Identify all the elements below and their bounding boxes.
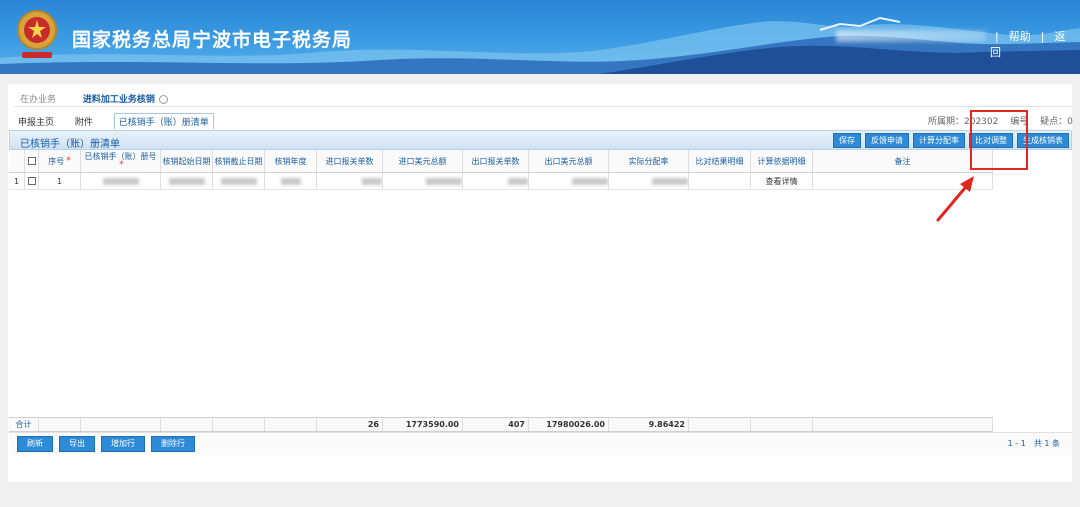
col-remark[interactable]: 备注 [813, 150, 993, 172]
view-detail-link[interactable]: 查看详情 [751, 173, 813, 189]
delete-row-button[interactable]: 删除行 [151, 436, 195, 452]
col-compare-detail[interactable]: 比对结果明细 [689, 150, 751, 172]
tab-processing-verification[interactable]: 进料加工业务核销 [83, 95, 155, 105]
row-checkbox[interactable] [25, 173, 39, 189]
bottom-toolbar: 刷新 导出 增加行 删除行 1 - 1 共 1 条 [9, 432, 1072, 455]
tab-verified-manual-list[interactable]: 已核销手（账）册清单 [113, 113, 214, 129]
close-tab-icon[interactable] [158, 95, 168, 104]
col-seq[interactable]: 序号 * [39, 150, 81, 172]
select-all-checkbox[interactable] [25, 150, 39, 172]
col-start-date[interactable]: 核销起始日期 [161, 150, 213, 172]
tab-attachment[interactable]: 附件 [75, 118, 93, 128]
totals-label: 合计 [9, 418, 39, 431]
user-info-blurred [836, 30, 986, 42]
cell-export-usd[interactable] [529, 173, 609, 189]
total-export-count: 407 [463, 418, 529, 431]
separator: | [995, 30, 999, 43]
cell-import-usd[interactable] [383, 173, 463, 189]
totals-empty [39, 418, 81, 431]
totals-empty [161, 418, 213, 431]
table-row[interactable]: 1 1 查看详情 [9, 173, 993, 190]
bottom-buttons: 刷新 导出 增加行 删除行 [17, 436, 195, 452]
totals-empty [813, 418, 993, 431]
feedback-request-button[interactable]: 反馈申请 [865, 133, 909, 148]
col-end-date[interactable]: 核销截止日期 [213, 150, 265, 172]
total-export-usd: 17980026.00 [529, 418, 609, 431]
save-button[interactable]: 保存 [833, 133, 861, 148]
row-number-header [9, 150, 25, 172]
table-totals: 合计 26 1773590.00 407 17980026.00 9.86422 [9, 417, 993, 432]
table-header: 序号 * 已核销手（账）册号 * 核销起始日期 核销截止日期 核销年度 进口报关单数… [9, 150, 993, 173]
totals-empty [81, 418, 161, 431]
totals-empty [751, 418, 813, 431]
sub-tabs: 申报主页 附件 已核销手（账）册清单 [18, 113, 232, 129]
business-tabs: 在办业务 进料加工业务核销 [20, 92, 168, 105]
export-button[interactable]: 导出 [59, 436, 95, 452]
col-manual-no[interactable]: 已核销手（账）册号 * [81, 150, 161, 172]
col-export-usd[interactable]: 出口美元总额 [529, 150, 609, 172]
total-import-usd: 1773590.00 [383, 418, 463, 431]
cell-export-count[interactable] [463, 173, 529, 189]
pagination-info: 1 - 1 共 1 条 [1007, 439, 1060, 448]
tax-emblem-icon [17, 10, 57, 58]
row-number: 1 [9, 173, 25, 189]
total-import-count: 26 [317, 418, 383, 431]
col-import-usd[interactable]: 进口美元总额 [383, 150, 463, 172]
totals-empty [689, 418, 751, 431]
cell-ratio[interactable] [609, 173, 689, 189]
help-link[interactable]: 帮助 [1009, 30, 1031, 43]
divider [14, 106, 1072, 107]
totals-empty [265, 418, 317, 431]
total-ratio: 9.86422 [609, 418, 689, 431]
separator: | [1040, 30, 1045, 43]
col-export-count[interactable]: 出口报关单数 [463, 150, 529, 172]
cell-compare-detail[interactable] [689, 173, 751, 189]
add-row-button[interactable]: 增加行 [101, 436, 145, 452]
col-ratio[interactable]: 实际分配率 [609, 150, 689, 172]
calc-ratio-button[interactable]: 计算分配率 [913, 133, 965, 148]
site-header: 国家税务总局宁波市电子税务局 | 帮助 | 返回 [0, 0, 1080, 74]
totals-empty [213, 418, 265, 431]
refresh-button[interactable]: 刷新 [17, 436, 53, 452]
tab-pending-business[interactable]: 在办业务 [20, 95, 56, 105]
highlight-box [970, 110, 1028, 170]
cell-year[interactable] [265, 173, 317, 189]
cell-import-count[interactable] [317, 173, 383, 189]
annotation-arrow-icon [936, 176, 974, 222]
cell-manual-no[interactable] [81, 173, 161, 189]
tab-declaration-home[interactable]: 申报主页 [18, 118, 54, 128]
list-title: 已核销手（账）册清单 [20, 139, 120, 150]
cell-start-date[interactable] [161, 173, 213, 189]
col-year[interactable]: 核销年度 [265, 150, 317, 172]
site-title: 国家税务总局宁波市电子税务局 [72, 29, 353, 51]
col-import-count[interactable]: 进口报关单数 [317, 150, 383, 172]
top-links: | 帮助 | 返回 [990, 28, 1080, 60]
list-toolbar: 已核销手（账）册清单 保存 反馈申请 计算分配率 比对调整 生成核销表 [9, 130, 1072, 150]
cell-seq[interactable]: 1 [39, 173, 81, 189]
cell-end-date[interactable] [213, 173, 265, 189]
col-calc-detail[interactable]: 计算依据明细 [751, 150, 813, 172]
toolbar-buttons: 保存 反馈申请 计算分配率 比对调整 生成核销表 [833, 133, 1069, 148]
